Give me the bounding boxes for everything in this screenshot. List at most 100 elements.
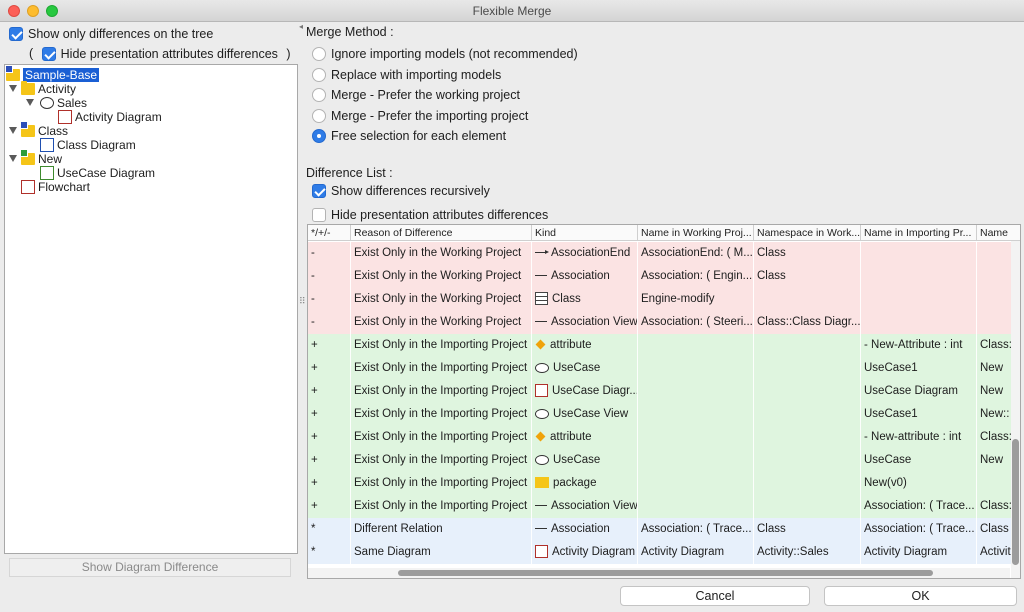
cell-working-namespace: Class <box>754 242 861 265</box>
tree-node-flowchart[interactable]: Flowchart <box>21 179 90 194</box>
merge-option-replace-radio[interactable] <box>312 67 326 82</box>
cell-working-namespace <box>754 426 861 449</box>
table-row[interactable]: + Exist Only in the Importing Project attr… <box>308 426 1012 449</box>
cell-reason-text: Exist Only in the Importing Project <box>354 500 528 512</box>
cell-importing-name: UseCase Diagram <box>861 380 977 403</box>
collapse-left-pane-icon[interactable]: ◂ <box>299 22 303 31</box>
tree-node-class[interactable]: Class <box>20 120 68 138</box>
cell-kind: attribute <box>532 334 638 357</box>
table-row[interactable]: + Exist Only in the Importing Project UseC… <box>308 380 1012 403</box>
cell-reason: Exist Only in the Importing Project <box>351 403 532 426</box>
tree-node-new[interactable]: New <box>20 148 62 166</box>
cell-status-text: + <box>311 339 318 351</box>
column-header-reason[interactable]: Reason of Difference <box>351 225 532 241</box>
table-row[interactable]: - Exist Only in the Working Project Class E… <box>308 288 1012 311</box>
tree-hide-presentation-checkbox[interactable] <box>41 46 56 61</box>
folder-icon <box>535 477 549 489</box>
tree-node-sample-base[interactable]: Sample-Base <box>5 64 100 82</box>
cell-importing-name-text: - New-Attribute : int <box>864 339 963 351</box>
expand-sales-icon[interactable] <box>26 99 34 106</box>
table-row[interactable]: + Exist Only in the Importing Project UseC… <box>308 403 1012 426</box>
cell-kind: Association View <box>532 495 638 518</box>
cell-importing-name-text: UseCase <box>864 454 912 466</box>
cell-reason-text: Exist Only in the Importing Project <box>354 431 528 443</box>
cell-working-namespace <box>754 472 861 495</box>
merge-option-prefer-working-radio[interactable] <box>312 87 326 102</box>
cell-working-name <box>638 357 754 380</box>
cell-importing-name: UseCase1 <box>861 357 977 380</box>
cell-kind-text: UseCase View <box>553 408 629 420</box>
table-row[interactable]: + Exist Only in the Importing Project pack… <box>308 472 1012 495</box>
merge-option-ignore-radio[interactable] <box>312 46 326 61</box>
expand-class-icon[interactable] <box>9 127 17 134</box>
difference-table[interactable]: */+/- Reason of Difference Kind Name in … <box>307 224 1021 579</box>
merge-option-prefer-working[interactable]: Merge - Prefer the working project <box>312 87 520 102</box>
cancel-button[interactable]: Cancel <box>620 586 810 606</box>
cell-working-name: Association: ( Trace... <box>638 518 754 541</box>
show-diagram-difference-button[interactable]: Show Diagram Difference <box>9 558 291 577</box>
horizontal-scrollbar[interactable] <box>308 568 1010 578</box>
tree-node-class-diagram[interactable]: Class Diagram <box>40 137 136 152</box>
cell-working-namespace <box>754 334 861 357</box>
cell-kind: UseCase View <box>532 403 638 426</box>
list-hide-presentation-option[interactable]: Hide presentation attributes differences <box>312 207 548 222</box>
cell-status-text: + <box>311 431 318 443</box>
merge-option-replace[interactable]: Replace with importing models <box>312 67 501 82</box>
cell-importing-name: New(v0) <box>861 472 977 495</box>
ok-button[interactable]: OK <box>824 586 1017 606</box>
column-header-kind[interactable]: Kind <box>532 225 638 241</box>
horizontal-scroll-thumb[interactable] <box>398 570 933 576</box>
table-row[interactable]: - Exist Only in the Working Project Associ… <box>308 311 1012 334</box>
show-recursively-checkbox[interactable] <box>312 183 326 198</box>
show-recursively-option[interactable]: Show differences recursively <box>312 183 490 198</box>
column-header-working-name[interactable]: Name in Working Proj... <box>638 225 754 241</box>
table-row[interactable]: + Exist Only in the Importing Project Asso… <box>308 495 1012 518</box>
merge-option-prefer-importing[interactable]: Merge - Prefer the importing project <box>312 108 528 123</box>
expand-activity-icon[interactable] <box>9 85 17 92</box>
merge-option-prefer-importing-radio[interactable] <box>312 108 326 123</box>
column-header-working-namespace[interactable]: Namespace in Work... <box>754 225 861 241</box>
cell-reason: Exist Only in the Importing Project <box>351 357 532 380</box>
cell-working-namespace: Class <box>754 265 861 288</box>
merge-option-free-selection[interactable]: Free selection for each element <box>312 128 506 143</box>
expand-new-icon[interactable] <box>9 155 17 162</box>
cell-working-name <box>638 334 754 357</box>
table-header: */+/- Reason of Difference Kind Name in … <box>308 225 1020 241</box>
tree-node-activity[interactable]: Activity <box>21 80 76 96</box>
column-header-importing-namespace[interactable]: Name <box>977 225 1020 241</box>
cell-importing-namespace-text: New <box>980 362 1004 374</box>
cell-importing-namespace-text: Class: <box>980 500 1012 512</box>
tree-node-sales[interactable]: Sales <box>40 95 87 110</box>
column-header-status[interactable]: */+/- <box>308 225 351 241</box>
show-only-diff-checkbox[interactable] <box>9 26 23 41</box>
cell-working-namespace <box>754 403 861 426</box>
model-tree[interactable]: Sample-Base Activity Sales Activity Diag… <box>4 64 298 554</box>
cell-working-namespace <box>754 495 861 518</box>
table-row[interactable]: + Exist Only in the Importing Project UseC… <box>308 357 1012 380</box>
cell-status-text: - <box>311 270 315 282</box>
merge-option-free-selection-radio[interactable] <box>312 128 326 143</box>
vertical-scroll-thumb[interactable] <box>1012 439 1019 565</box>
vertical-scrollbar[interactable] <box>1011 241 1020 578</box>
arrow-line-icon <box>535 250 549 255</box>
table-row[interactable]: - Exist Only in the Working Project Associ… <box>308 242 1012 265</box>
tree-node-usecase-diagram[interactable]: UseCase Diagram <box>40 165 155 180</box>
table-row[interactable]: - Exist Only in the Working Project Associ… <box>308 265 1012 288</box>
cell-working-name-text: AssociationEnd: ( M... <box>641 247 753 259</box>
cell-reason: Exist Only in the Working Project <box>351 288 532 311</box>
table-row[interactable]: * Same Diagram Activity Diagram Activity Di… <box>308 541 1012 564</box>
splitter-handle-icon[interactable]: ⠿ <box>299 296 306 307</box>
table-row[interactable]: + Exist Only in the Importing Project UseC… <box>308 449 1012 472</box>
tree-hide-presentation-option[interactable]: ( Hide presentation attributes differenc… <box>29 46 291 61</box>
cell-kind-text: Association View <box>551 316 638 328</box>
table-row[interactable]: + Exist Only in the Importing Project attr… <box>308 334 1012 357</box>
cell-status-text: + <box>311 500 318 512</box>
cell-reason-text: Different Relation <box>354 523 443 535</box>
show-only-diff-option[interactable]: Show only differences on the tree <box>9 26 213 41</box>
column-header-importing-name[interactable]: Name in Importing Pr... <box>861 225 977 241</box>
tree-node-activity-diagram[interactable]: Activity Diagram <box>58 109 162 124</box>
list-hide-presentation-checkbox[interactable] <box>312 207 326 222</box>
merge-option-ignore[interactable]: Ignore importing models (not recommended… <box>312 46 578 61</box>
cell-working-name-text: Association: ( Trace... <box>641 523 752 535</box>
table-row[interactable]: * Different Relation Association Associatio… <box>308 518 1012 541</box>
